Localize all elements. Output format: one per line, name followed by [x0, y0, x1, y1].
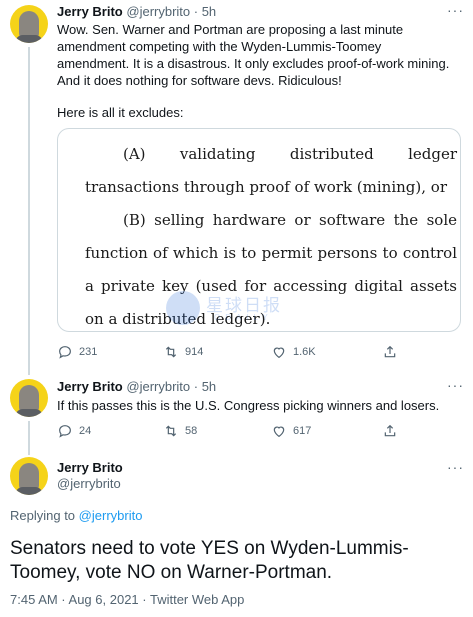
like-button[interactable]: 1.6K [271, 344, 316, 360]
author-name[interactable]: Jerry Brito [57, 4, 123, 19]
replying-to: Replying to @jerrybrito [10, 508, 142, 523]
reply-count: 24 [79, 425, 92, 437]
tweet-image[interactable]: (A) validating distributed ledger transa… [57, 128, 461, 332]
thread-connector [28, 47, 30, 375]
tweet-time[interactable]: · 5h [194, 4, 216, 19]
replying-prefix: Replying to [10, 508, 76, 523]
retweet-button[interactable]: 58 [163, 423, 197, 439]
retweet-icon [165, 346, 177, 358]
tweet-text: Wow. Sen. Warner and Portman are proposi… [57, 22, 450, 88]
retweet-count: 58 [185, 425, 198, 437]
thread-connector [28, 421, 30, 455]
author-name[interactable]: Jerry Brito [57, 460, 123, 475]
retweet-count: 914 [185, 346, 204, 358]
share-icon [384, 424, 396, 437]
like-count: 1.6K [293, 346, 316, 358]
reply-button[interactable]: 231 [57, 344, 97, 360]
author-handle[interactable]: @jerrybrito [57, 476, 121, 491]
share-button[interactable] [382, 423, 398, 439]
reply-count: 231 [79, 346, 98, 358]
watermark-logo: 星球日报 ODAILY [166, 289, 316, 329]
share-icon [384, 345, 396, 358]
more-icon[interactable]: ··· [447, 377, 464, 393]
author-name[interactable]: Jerry Brito [57, 379, 123, 394]
tweet-header: Jerry Brito @jerrybrito · 5h [57, 4, 216, 19]
main-tweet-text: Senators need to vote YES on Wyden-Lummi… [10, 538, 409, 583]
like-count: 617 [293, 425, 312, 437]
more-icon[interactable]: ··· [447, 2, 464, 18]
reply-button[interactable]: 24 [57, 423, 91, 439]
like-icon [273, 426, 285, 438]
avatar[interactable] [10, 5, 48, 43]
tweet-header: Jerry Brito @jerrybrito · 5h [57, 379, 216, 394]
more-icon[interactable]: ··· [447, 459, 464, 475]
author-handle[interactable]: @jerrybrito [126, 4, 190, 19]
share-button[interactable] [382, 344, 398, 360]
retweet-icon [165, 425, 177, 437]
author-handle[interactable]: @jerrybrito [126, 379, 190, 394]
tweet-time[interactable]: · 5h [194, 379, 216, 394]
reply-icon [59, 346, 71, 359]
like-icon [273, 347, 285, 359]
retweet-button[interactable]: 914 [163, 344, 203, 360]
reply-icon [59, 425, 71, 438]
avatar[interactable] [10, 379, 48, 417]
tweet-text-line2: Here is all it excludes: [57, 105, 184, 120]
tweet-text: If this passes this is the U.S. Congress… [57, 398, 440, 413]
like-button[interactable]: 617 [271, 423, 311, 439]
tweet-meta[interactable]: 7:45 AM · Aug 6, 2021 · Twitter Web App [10, 592, 244, 607]
replying-to-link[interactable]: @jerrybrito [79, 508, 143, 523]
clause-a: (A) validating distributed ledger transa… [85, 145, 457, 196]
avatar[interactable] [10, 457, 48, 495]
